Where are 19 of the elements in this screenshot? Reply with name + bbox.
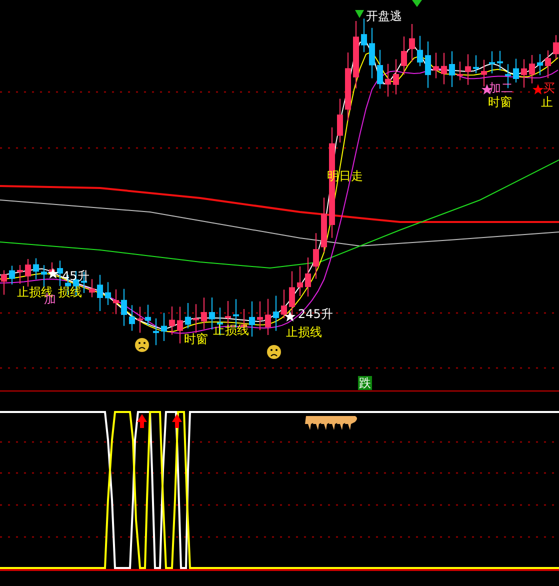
- hand-signal-icon: [305, 416, 357, 430]
- signal-badge: 跌: [358, 376, 372, 390]
- chart-signal-label: 买: [543, 82, 555, 95]
- chart-signal-label: 开盘逃: [366, 10, 402, 23]
- up-arrow-icon: [137, 414, 147, 428]
- sad-face-icon: [267, 345, 281, 359]
- sad-face-icon: [135, 338, 149, 352]
- star-icon: [48, 268, 58, 278]
- down-arrow-icon: [355, 10, 364, 18]
- chart-signal-label: 止损线: [286, 326, 322, 339]
- chart-signal-label: 时窗: [184, 333, 208, 346]
- chart-signal-label: 止: [541, 96, 553, 109]
- down-arrow-icon: [412, 0, 422, 7]
- chart-signal-label: 时窗: [488, 96, 512, 109]
- chart-signal-label: 245升: [298, 308, 333, 321]
- chart-signal-label: 加二: [489, 82, 513, 95]
- up-arrow-icon: [172, 414, 182, 428]
- star-icon: [532, 84, 544, 94]
- star-icon: [284, 311, 296, 322]
